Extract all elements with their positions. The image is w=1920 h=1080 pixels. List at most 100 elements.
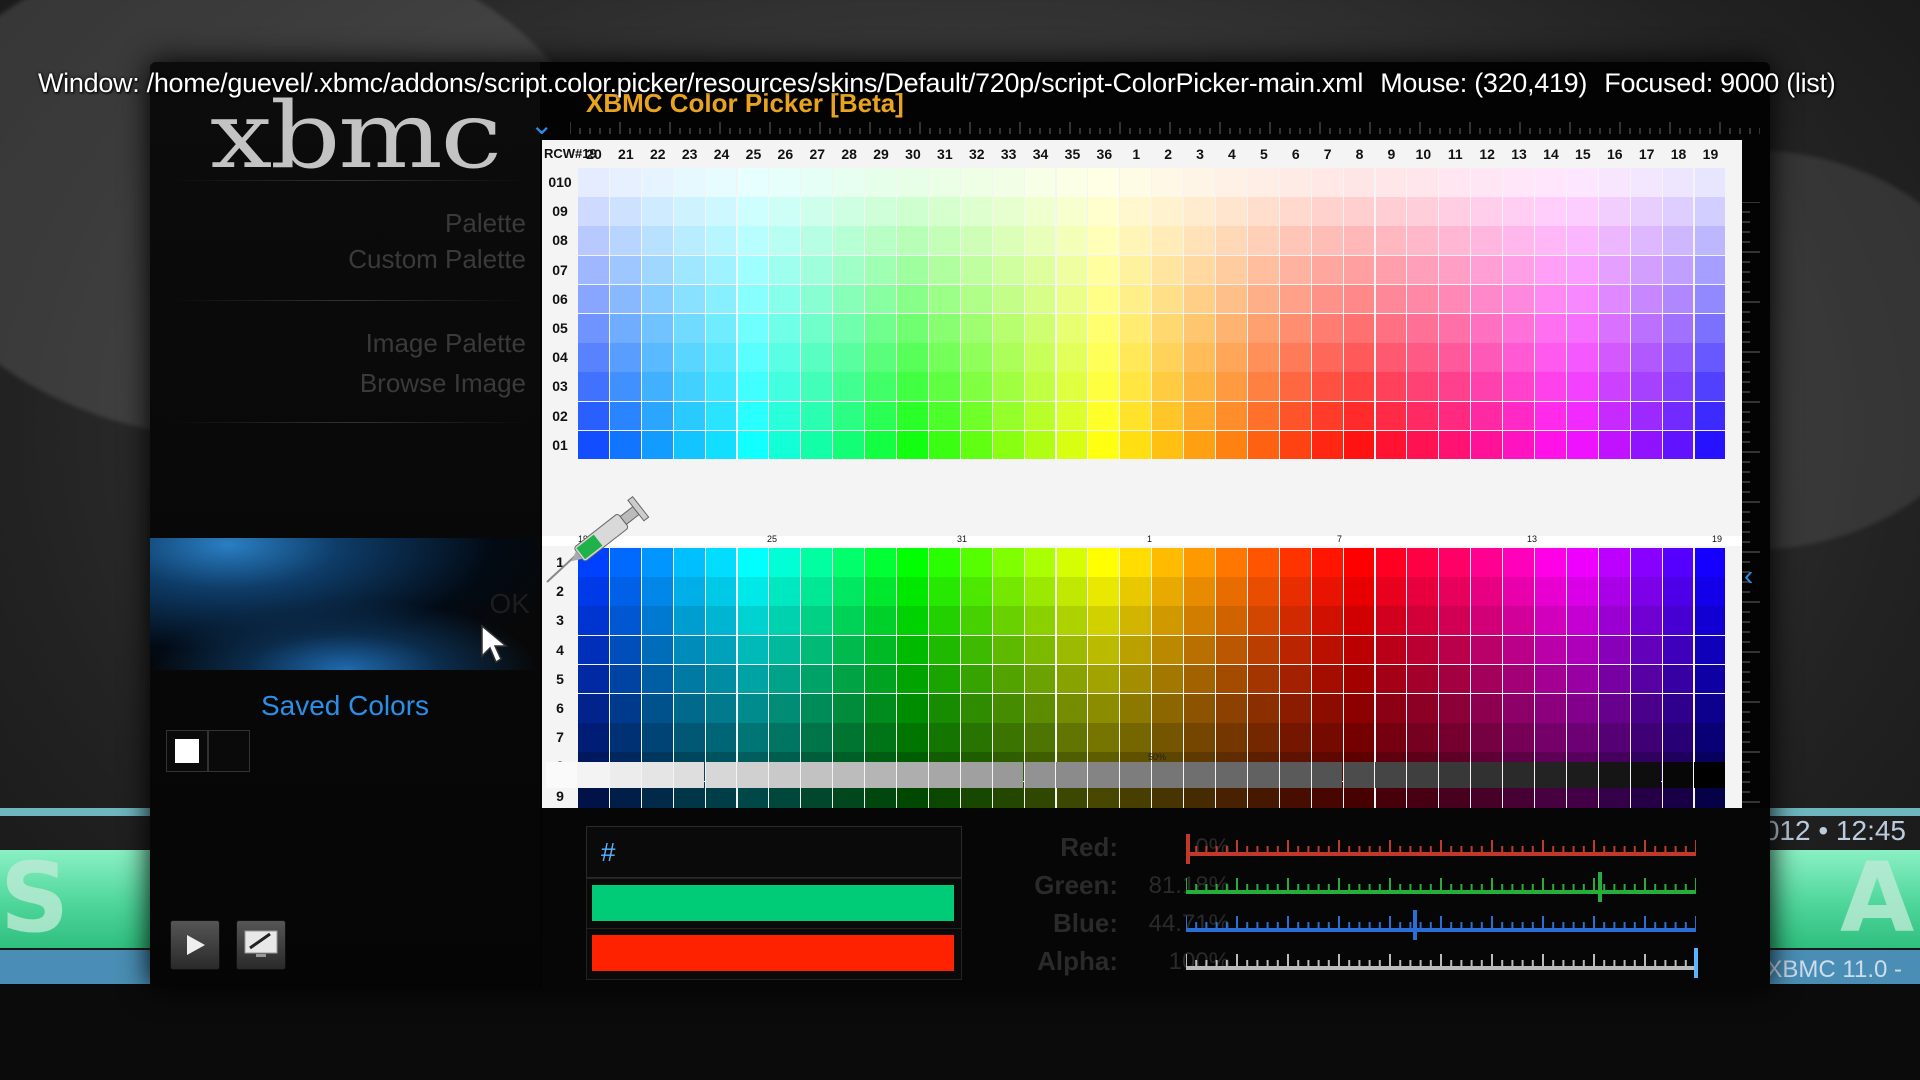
gray-cell[interactable] <box>1598 762 1630 788</box>
color-cell[interactable] <box>833 226 865 255</box>
color-cell[interactable] <box>578 723 609 752</box>
color-cell[interactable] <box>1471 606 1503 635</box>
color-cell[interactable] <box>1566 664 1598 694</box>
color-cell[interactable] <box>1184 635 1215 665</box>
color-cell[interactable] <box>992 606 1024 635</box>
color-cell[interactable] <box>865 255 896 285</box>
color-cell[interactable] <box>769 255 801 285</box>
color-cell[interactable] <box>992 255 1024 285</box>
color-cell[interactable] <box>1694 694 1726 723</box>
color-cell[interactable] <box>1694 372 1726 401</box>
color-cell[interactable] <box>1216 284 1247 314</box>
color-cell[interactable] <box>1184 168 1215 197</box>
color-cell[interactable] <box>1311 343 1343 372</box>
color-cell[interactable] <box>1407 694 1439 723</box>
color-cell[interactable] <box>1694 606 1726 635</box>
color-cell[interactable] <box>960 606 992 635</box>
color-cell[interactable] <box>705 372 737 401</box>
color-cell[interactable] <box>801 694 833 723</box>
color-cell[interactable] <box>928 226 960 255</box>
color-cell[interactable] <box>992 401 1024 431</box>
color-cell[interactable] <box>801 606 833 635</box>
color-cell[interactable] <box>928 284 960 314</box>
color-cell[interactable] <box>1598 255 1630 285</box>
color-cell[interactable] <box>1662 168 1694 197</box>
color-cell[interactable] <box>641 694 673 723</box>
color-cell[interactable] <box>673 255 705 285</box>
color-cell[interactable] <box>1535 401 1566 431</box>
color-cell[interactable] <box>609 723 641 752</box>
color-cell[interactable] <box>1056 226 1088 255</box>
color-cell[interactable] <box>1375 694 1407 723</box>
color-cell[interactable] <box>1471 577 1503 606</box>
color-cell[interactable] <box>1694 343 1726 372</box>
color-cell[interactable] <box>673 694 705 723</box>
color-cell[interactable] <box>1471 314 1503 343</box>
color-cell[interactable] <box>1407 723 1439 752</box>
color-cell[interactable] <box>1694 226 1726 255</box>
color-cell[interactable] <box>992 635 1024 665</box>
color-cell[interactable] <box>1598 226 1630 255</box>
color-cell[interactable] <box>801 255 833 285</box>
color-cell[interactable] <box>1247 548 1279 577</box>
color-cell[interactable] <box>1375 226 1407 255</box>
color-cell[interactable] <box>801 284 833 314</box>
color-cell[interactable] <box>1407 401 1439 431</box>
color-cell[interactable] <box>960 314 992 343</box>
color-cell[interactable] <box>801 343 833 372</box>
color-cell[interactable] <box>641 635 673 665</box>
color-cell[interactable] <box>1216 255 1247 285</box>
color-cell[interactable] <box>705 197 737 226</box>
color-cell[interactable] <box>1439 577 1471 606</box>
color-cell[interactable] <box>1279 694 1311 723</box>
color-cell[interactable] <box>1471 168 1503 197</box>
color-cell[interactable] <box>673 168 705 197</box>
color-cell[interactable] <box>1247 168 1279 197</box>
color-cell[interactable] <box>1247 255 1279 285</box>
color-cell[interactable] <box>1375 372 1407 401</box>
color-cell[interactable] <box>1120 401 1152 431</box>
color-cell[interactable] <box>769 430 801 460</box>
color-cell[interactable] <box>1630 664 1662 694</box>
gray-cell[interactable] <box>641 762 673 788</box>
color-cell[interactable] <box>1630 635 1662 665</box>
color-cell[interactable] <box>1535 226 1566 255</box>
color-cell[interactable] <box>1566 372 1598 401</box>
color-cell[interactable] <box>1662 635 1694 665</box>
color-cell[interactable] <box>1662 694 1694 723</box>
color-cell[interactable] <box>1535 694 1566 723</box>
color-cell[interactable] <box>1247 401 1279 431</box>
color-cell[interactable] <box>1535 664 1566 694</box>
gray-cell[interactable] <box>705 762 737 788</box>
color-cell[interactable] <box>1630 255 1662 285</box>
color-cell[interactable] <box>1598 606 1630 635</box>
color-cell[interactable] <box>1375 314 1407 343</box>
color-cell[interactable] <box>1279 314 1311 343</box>
color-cell[interactable] <box>833 401 865 431</box>
gray-cell[interactable] <box>833 762 864 788</box>
color-cell[interactable] <box>1535 372 1566 401</box>
color-cell[interactable] <box>1088 372 1120 401</box>
color-cell[interactable] <box>960 694 992 723</box>
color-cell[interactable] <box>609 635 641 665</box>
color-cell[interactable] <box>1630 401 1662 431</box>
color-cell[interactable] <box>1088 168 1120 197</box>
color-cell[interactable] <box>928 255 960 285</box>
color-cell[interactable] <box>1024 577 1056 606</box>
color-cell[interactable] <box>1343 430 1375 460</box>
color-cell[interactable] <box>897 548 928 577</box>
color-cell[interactable] <box>1566 197 1598 226</box>
color-cell[interactable] <box>1120 168 1152 197</box>
color-cell[interactable] <box>1471 430 1503 460</box>
color-cell[interactable] <box>992 168 1024 197</box>
color-cell[interactable] <box>1120 430 1152 460</box>
gray-cell[interactable] <box>960 762 992 788</box>
color-cell[interactable] <box>1694 197 1726 226</box>
color-cell[interactable] <box>1311 284 1343 314</box>
color-cell[interactable] <box>1598 168 1630 197</box>
color-cell[interactable] <box>673 401 705 431</box>
color-cell[interactable] <box>1343 606 1375 635</box>
color-cell[interactable] <box>1279 401 1311 431</box>
color-cell[interactable] <box>1598 723 1630 752</box>
color-cell[interactable] <box>897 343 928 372</box>
